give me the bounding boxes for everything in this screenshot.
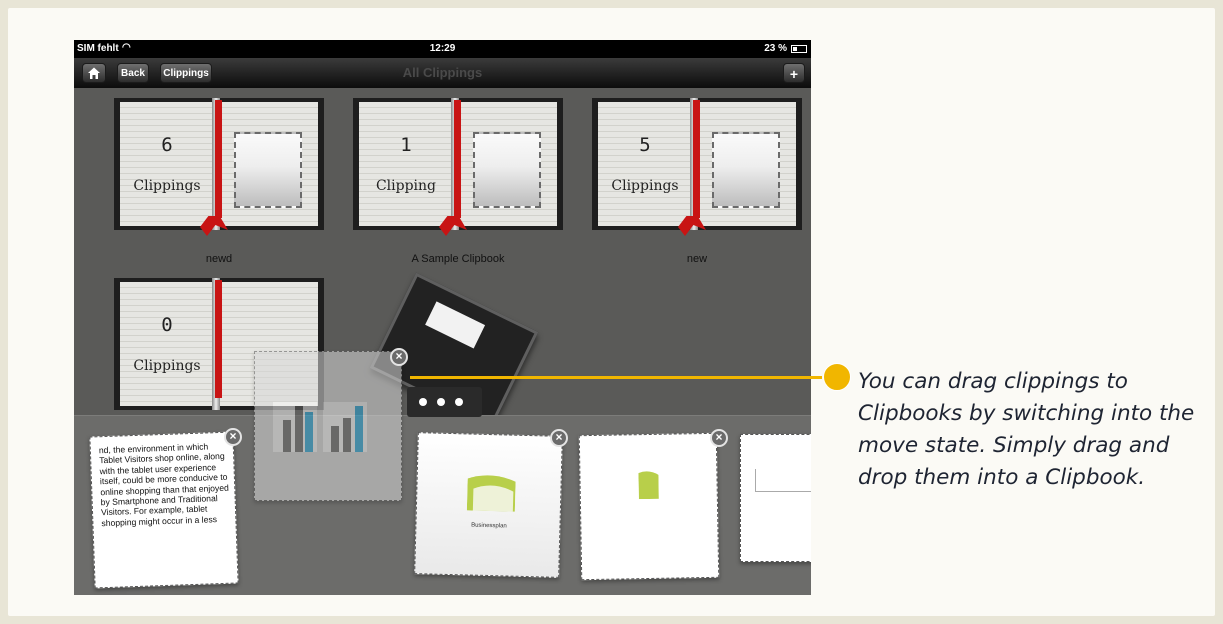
clipbook-count: 1 (400, 134, 412, 156)
clipbook-count: 6 (161, 134, 173, 156)
clipping-card-businessplan[interactable]: Businessplan (414, 432, 563, 578)
notebook-label (425, 301, 486, 349)
ipad-screen: SIM fehlt ◠ 12:29 23 % All Clippings Bac… (74, 40, 811, 595)
close-icon[interactable]: × (224, 428, 242, 446)
clipbook-count: 5 (639, 134, 651, 156)
clipbook-count-label: Clippings (133, 178, 201, 194)
callout-dot (823, 363, 851, 391)
add-button[interactable]: + (783, 63, 805, 83)
clipbook-count-label: Clippings (133, 358, 201, 374)
clipbook-title: new (686, 253, 708, 265)
mini-chart (755, 469, 811, 492)
status-time: 12:29 (429, 43, 456, 54)
callout-line (410, 376, 822, 379)
clipping-card-document[interactable] (578, 432, 720, 581)
clipping-thumbnail (234, 132, 302, 208)
close-icon[interactable]: × (550, 429, 568, 447)
clipping-caption: Businessplan (471, 522, 507, 530)
clipbook-newd[interactable]: 6 Clippings (114, 98, 324, 236)
clipping-thumbnail (473, 132, 541, 208)
bar-chart-thumbnail-icon (273, 402, 367, 452)
close-icon[interactable]: × (710, 429, 728, 447)
clipbook-count-label: Clippings (611, 178, 679, 194)
nav-bar: All Clippings Back Clippings + (74, 58, 811, 88)
clipping-text: nd, the environment in which Tablet Visi… (98, 441, 229, 529)
clippings-tray: nd, the environment in which Tablet Visi… (74, 351, 811, 595)
clippings-button[interactable]: Clippings (160, 63, 212, 83)
clipping-card-text[interactable]: nd, the environment in which Tablet Visi… (89, 431, 239, 589)
status-bar: SIM fehlt ◠ 12:29 23 % (74, 40, 811, 58)
dragged-clipping-card[interactable] (254, 351, 402, 501)
back-button[interactable]: Back (117, 63, 149, 83)
close-icon[interactable]: × (390, 348, 408, 366)
clipbook-count: 0 (161, 314, 173, 336)
battery-icon (791, 45, 807, 53)
page-dot (455, 398, 463, 406)
page-dot (419, 398, 427, 406)
clipping-card-chart[interactable] (740, 434, 811, 562)
move-state-indicator[interactable] (407, 387, 482, 417)
home-icon (88, 67, 100, 79)
page-dot (437, 398, 445, 406)
battery-level: 23 % (764, 43, 787, 54)
chart-thumbnail-icon (466, 475, 516, 512)
document-thumbnail-icon (638, 471, 659, 500)
clipping-thumbnail (712, 132, 780, 208)
clipbook-new[interactable]: 5 Clippings (592, 98, 802, 236)
clipbook-a-sample-clipbook[interactable]: 1 Clipping (353, 98, 563, 236)
clipbook-title: newd (205, 253, 233, 265)
clipbook-title: A Sample Clipbook (411, 253, 505, 265)
clipbook-count-label: Clipping (375, 178, 437, 194)
home-button[interactable] (82, 63, 106, 83)
callout-text: You can drag clippings to Clipbooks by s… (858, 369, 1195, 490)
